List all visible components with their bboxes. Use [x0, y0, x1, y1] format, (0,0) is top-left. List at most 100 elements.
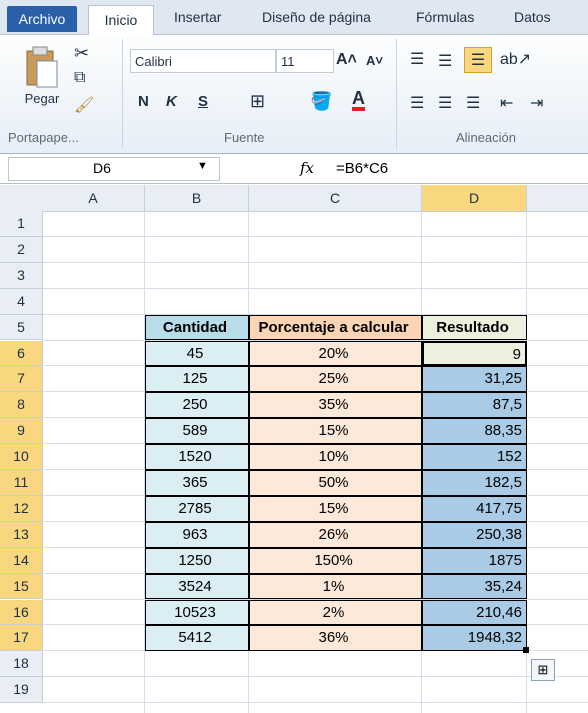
tab-inicio[interactable]: Inicio	[88, 5, 154, 36]
cell-porcentaje[interactable]: 20%	[249, 340, 422, 367]
cell-cantidad[interactable]: 10523	[145, 599, 249, 626]
orientation-icon[interactable]: ab↗	[500, 49, 531, 69]
align-center-icon[interactable]: ☰	[438, 93, 452, 113]
decrease-indent-icon[interactable]: ⇤	[500, 93, 513, 113]
tab-formulas[interactable]: Fórmulas	[416, 9, 474, 25]
row-header[interactable]: 15	[0, 573, 43, 600]
cell-porcentaje[interactable]: 35%	[249, 392, 422, 419]
cell-resultado[interactable]: 1948,32	[422, 625, 527, 652]
tab-datos[interactable]: Datos	[514, 9, 551, 25]
cut-icon[interactable]: ✂	[74, 43, 89, 64]
cell-porcentaje[interactable]: 26%	[249, 521, 422, 548]
cell-cantidad[interactable]: 45	[145, 340, 249, 367]
cell-resultado[interactable]: 210,46	[422, 599, 527, 626]
fill-color-icon[interactable]: 🪣	[310, 91, 332, 112]
row-header[interactable]: 10	[0, 444, 43, 470]
row-header[interactable]: 17	[0, 625, 43, 652]
font-size-select[interactable]: 11	[276, 49, 334, 73]
cell-resultado[interactable]: 152	[422, 444, 527, 470]
paste-button[interactable]: Pegar	[20, 91, 64, 106]
cell-cantidad[interactable]: 125	[145, 366, 249, 393]
row-header[interactable]: 12	[0, 495, 43, 522]
row-header[interactable]: 8	[0, 392, 43, 419]
row-header[interactable]: 5	[0, 314, 43, 341]
row-header[interactable]: 3	[0, 262, 43, 289]
select-all-corner[interactable]	[0, 185, 43, 212]
column-header-d[interactable]: D	[422, 185, 527, 212]
align-right-icon[interactable]: ☰	[466, 93, 480, 113]
row-header[interactable]: 11	[0, 470, 43, 496]
active-cell[interactable]: 9	[422, 340, 527, 367]
cell-porcentaje[interactable]: 15%	[249, 418, 422, 445]
cell-resultado[interactable]: 182,5	[422, 470, 527, 496]
font-color-icon[interactable]: A	[352, 89, 365, 111]
cell-porcentaje[interactable]: 25%	[249, 366, 422, 393]
align-left-icon[interactable]: ☰	[410, 93, 424, 113]
cell-cantidad[interactable]: 2785	[145, 495, 249, 522]
cell-resultado[interactable]: 31,25	[422, 366, 527, 393]
row-header[interactable]: 13	[0, 521, 43, 548]
row-header[interactable]: 18	[0, 651, 43, 678]
formula-input[interactable]: =B6*C6	[336, 160, 388, 177]
increase-indent-icon[interactable]: ⇥	[530, 93, 543, 113]
column-header-c[interactable]: C	[249, 185, 422, 212]
paste-options-icon[interactable]: ⊞	[531, 659, 555, 681]
selection-fill-handle[interactable]	[523, 647, 529, 654]
cell-porcentaje[interactable]: 150%	[249, 547, 422, 574]
name-box[interactable]: D6 ▼	[8, 157, 220, 181]
column-title[interactable]: Cantidad	[145, 314, 249, 341]
align-bottom-icon[interactable]: ☰	[464, 47, 492, 73]
row-header[interactable]: 6	[0, 340, 43, 367]
cell-resultado[interactable]: 250,38	[422, 521, 527, 548]
row-header[interactable]: 4	[0, 288, 43, 315]
column-header-a[interactable]: A	[42, 185, 145, 212]
column-title[interactable]: Porcentaje a calcular	[249, 314, 422, 341]
align-top-icon[interactable]: ☰	[410, 49, 424, 69]
cell-resultado[interactable]: 35,24	[422, 573, 527, 600]
cell-porcentaje[interactable]: 2%	[249, 599, 422, 626]
row-header[interactable]: 2	[0, 236, 43, 263]
cell-cantidad[interactable]: 1520	[145, 444, 249, 470]
chevron-down-icon[interactable]: ▼	[197, 160, 208, 172]
cell-cantidad[interactable]: 3524	[145, 573, 249, 600]
cell-porcentaje[interactable]: 10%	[249, 444, 422, 470]
row-header[interactable]: 16	[0, 599, 43, 626]
cell-resultado[interactable]: 87,5	[422, 392, 527, 419]
tab-archivo[interactable]: Archivo	[7, 6, 77, 32]
format-painter-icon[interactable]: 🖌	[74, 95, 94, 115]
copy-icon[interactable]: ⧉	[74, 69, 85, 87]
bold-button[interactable]: N	[138, 93, 149, 110]
row-header[interactable]: 1	[0, 211, 43, 237]
cell-resultado[interactable]: 417,75	[422, 495, 527, 522]
italic-button[interactable]: K	[166, 93, 177, 110]
borders-icon[interactable]: ⊞	[250, 91, 265, 112]
align-middle-icon[interactable]: ☰	[438, 51, 452, 71]
column-header-b[interactable]: B	[145, 185, 249, 212]
font-name-select[interactable]: Calibri	[130, 49, 276, 73]
cell-cantidad[interactable]: 589	[145, 418, 249, 445]
tab-insertar[interactable]: Insertar	[174, 9, 221, 25]
row-header[interactable]: 19	[0, 677, 43, 704]
cell-cantidad[interactable]: 1250	[145, 547, 249, 574]
row-header[interactable]: 14	[0, 547, 43, 574]
cell-porcentaje[interactable]: 1%	[249, 573, 422, 600]
row-header[interactable]: 9	[0, 418, 43, 445]
cell-porcentaje[interactable]: 15%	[249, 495, 422, 522]
cell-cantidad[interactable]: 365	[145, 470, 249, 496]
grow-font-icon[interactable]: A˄	[336, 51, 357, 69]
tab-diseno-pagina[interactable]: Diseño de página	[262, 9, 371, 25]
column-title[interactable]: Resultado	[422, 314, 527, 341]
column-header-e[interactable]	[527, 185, 588, 212]
cell-resultado[interactable]: 1875	[422, 547, 527, 574]
shrink-font-icon[interactable]: A˅	[366, 53, 383, 68]
function-icon[interactable]: fx	[300, 159, 314, 177]
cell-cantidad[interactable]: 5412	[145, 625, 249, 652]
paste-icon[interactable]	[20, 43, 62, 93]
cell-cantidad[interactable]: 250	[145, 392, 249, 419]
cell-cantidad[interactable]: 963	[145, 521, 249, 548]
row-header[interactable]: 7	[0, 366, 43, 393]
cell-porcentaje[interactable]: 36%	[249, 625, 422, 652]
cell-porcentaje[interactable]: 50%	[249, 470, 422, 496]
cell-resultado[interactable]: 88,35	[422, 418, 527, 445]
underline-button[interactable]: S	[198, 93, 208, 110]
